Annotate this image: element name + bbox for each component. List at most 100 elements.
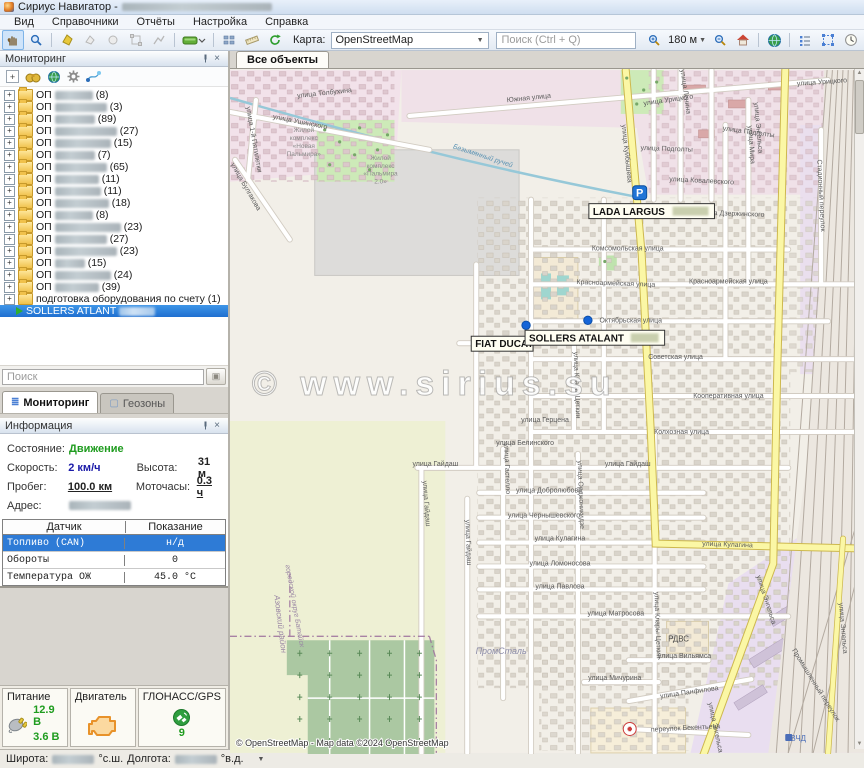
tree-expander-icon[interactable]: +	[4, 294, 15, 305]
tree-item-17[interactable]: +ОП(39)	[0, 281, 228, 293]
refresh-button[interactable]	[264, 30, 286, 50]
vehicle-label-fiat[interactable]: FIAT DUCAT	[471, 336, 533, 351]
menu-item-4[interactable]: Настройка	[185, 16, 255, 28]
tree-item-1[interactable]: +ОП(8)	[0, 89, 228, 101]
globe-button[interactable]	[763, 30, 785, 50]
tab-geozones[interactable]: ▢ Геозоны	[100, 393, 174, 413]
menu-item-5[interactable]: Справка	[257, 16, 316, 28]
edit-shape-button[interactable]	[125, 30, 147, 50]
tree-expander-icon[interactable]: +	[4, 198, 15, 209]
svg-text:LADA LARGUS: LADA LARGUS	[593, 207, 665, 218]
scroll-thumb[interactable]	[855, 80, 864, 134]
tree-expander-icon[interactable]: +	[4, 186, 15, 197]
tree-expander-icon[interactable]: +	[4, 282, 15, 293]
mileage-value[interactable]: 100.0 км	[68, 481, 122, 493]
tree-item-15[interactable]: +ОП(15)	[0, 257, 228, 269]
pin-icon[interactable]	[199, 420, 211, 432]
menu-item-1[interactable]: Вид	[6, 16, 42, 28]
tab-monitoring[interactable]: ≣ Мониторинг	[2, 391, 98, 413]
tree-item-5[interactable]: +ОП(15)	[0, 137, 228, 149]
tree-item-13[interactable]: +ОП(27)	[0, 233, 228, 245]
tree-item-9[interactable]: +ОП(11)	[0, 185, 228, 197]
draw-polygon-button[interactable]	[56, 30, 78, 50]
tree-item-11[interactable]: +ОП(8)	[0, 209, 228, 221]
chevron-down-icon[interactable]: ▼	[258, 756, 265, 763]
vehicle-marker-fiat[interactable]	[522, 321, 530, 329]
binoculars-icon[interactable]	[25, 71, 41, 83]
gear-icon[interactable]	[67, 70, 80, 83]
sensor-row[interactable]: Температура ОЖ45.0 °C	[3, 569, 225, 585]
tree-item-7[interactable]: +ОП(65)	[0, 161, 228, 173]
zoom-in-button[interactable]	[643, 30, 665, 50]
sensor-row[interactable]: Топливо (CAN)н/д	[3, 535, 225, 552]
tree-expander-icon[interactable]: +	[4, 102, 15, 113]
scroll-up-icon[interactable]: ▲	[857, 69, 863, 78]
tree-expander-icon[interactable]: +	[4, 258, 15, 269]
search-options-button[interactable]: ▣	[206, 368, 226, 385]
ruler-button[interactable]	[241, 30, 263, 50]
tree-expander-icon[interactable]: +	[4, 114, 15, 125]
map-svg[interactable]: улица ТолбухинаЮжная улицаулица Ушинског…	[230, 69, 864, 754]
map-scale-select[interactable]: 180 м ▼	[666, 34, 708, 46]
vehicle-label-lada[interactable]: LADA LARGUS	[589, 204, 715, 219]
engine-hours-value[interactable]: 0.3 ч	[197, 475, 221, 499]
add-circle-button[interactable]	[102, 30, 124, 50]
zoom-in-icon	[647, 33, 662, 47]
tree-item-18[interactable]: +подготовка оборудования по счету (1)	[0, 293, 228, 305]
expand-all-button[interactable]: +	[6, 70, 19, 83]
pin-icon[interactable]	[199, 53, 211, 65]
tree-item-vehicle-selected[interactable]: SOLLERS ATLANT	[0, 305, 228, 317]
tree-item-16[interactable]: +ОП(24)	[0, 269, 228, 281]
map-tab-all-objects[interactable]: Все объекты	[236, 51, 329, 68]
tree-item-count: (18)	[112, 197, 131, 209]
map-canvas[interactable]: улица ТолбухинаЮжная улицаулица Ушинског…	[230, 69, 864, 749]
tree-item-10[interactable]: +ОП(18)	[0, 197, 228, 209]
tree-expander-icon[interactable]: +	[4, 210, 15, 221]
map-vertical-scrollbar[interactable]: ▲ ▼	[854, 69, 864, 749]
global-search-input[interactable]: Поиск (Ctrl + Q)	[496, 32, 637, 49]
sensor-col-header[interactable]: Датчик	[3, 521, 126, 533]
menu-item-3[interactable]: Отчёты	[129, 16, 183, 28]
list-view-button[interactable]	[794, 30, 816, 50]
history-button[interactable]	[840, 30, 862, 50]
menu-item-2[interactable]: Справочники	[44, 16, 127, 28]
tree-expander-icon[interactable]: +	[4, 138, 15, 149]
tree-item-8[interactable]: +ОП(11)	[0, 173, 228, 185]
tree-expander-icon[interactable]: +	[4, 150, 15, 161]
sensor-row[interactable]: Обороты0	[3, 552, 225, 569]
map-provider-select[interactable]: OpenStreetMap ▼	[331, 32, 489, 49]
tree-item-12[interactable]: +ОП(23)	[0, 221, 228, 233]
tree-expander-icon[interactable]: +	[4, 90, 15, 101]
scroll-down-icon[interactable]: ▼	[857, 740, 863, 749]
tree-item-3[interactable]: +ОП(89)	[0, 113, 228, 125]
zoom-out-button[interactable]	[709, 30, 731, 50]
tree-expander-icon[interactable]: +	[4, 270, 15, 281]
tree-expander-icon[interactable]: +	[4, 246, 15, 257]
tree-item-14[interactable]: +ОП(23)	[0, 245, 228, 257]
route-icon[interactable]	[86, 70, 101, 83]
zoom-tool-button[interactable]	[25, 30, 47, 50]
tree-item-6[interactable]: +ОП(7)	[0, 149, 228, 161]
select-area-button[interactable]	[817, 30, 839, 50]
close-panel-icon[interactable]: ×	[211, 53, 223, 65]
value-col-header[interactable]: Показание	[126, 521, 225, 533]
tree-expander-icon[interactable]: +	[4, 222, 15, 233]
home-view-button[interactable]	[732, 30, 754, 50]
tree-expander-icon[interactable]: +	[4, 162, 15, 173]
tree-item-2[interactable]: +ОП(3)	[0, 101, 228, 113]
globe-small-icon[interactable]	[47, 70, 61, 84]
tree-item-4[interactable]: +ОП(27)	[0, 125, 228, 137]
tree-expander-icon[interactable]: +	[4, 126, 15, 137]
tree-search-input[interactable]: Поиск	[2, 369, 204, 385]
grid-view-button[interactable]	[218, 30, 240, 50]
tree-expander-icon[interactable]: +	[4, 234, 15, 245]
vehicle-marker-sollers[interactable]	[584, 316, 592, 324]
pan-tool-button[interactable]	[2, 30, 24, 50]
add-shape-button[interactable]	[79, 30, 101, 50]
tree-expander-icon[interactable]: +	[4, 174, 15, 185]
vehicle-label-sollers[interactable]: SOLLERS ATALANT	[525, 330, 665, 345]
engine-label: Двигатель	[75, 691, 131, 703]
close-panel-icon[interactable]: ×	[211, 420, 223, 432]
layers-button[interactable]	[179, 30, 209, 50]
draw-line-button[interactable]	[148, 30, 170, 50]
